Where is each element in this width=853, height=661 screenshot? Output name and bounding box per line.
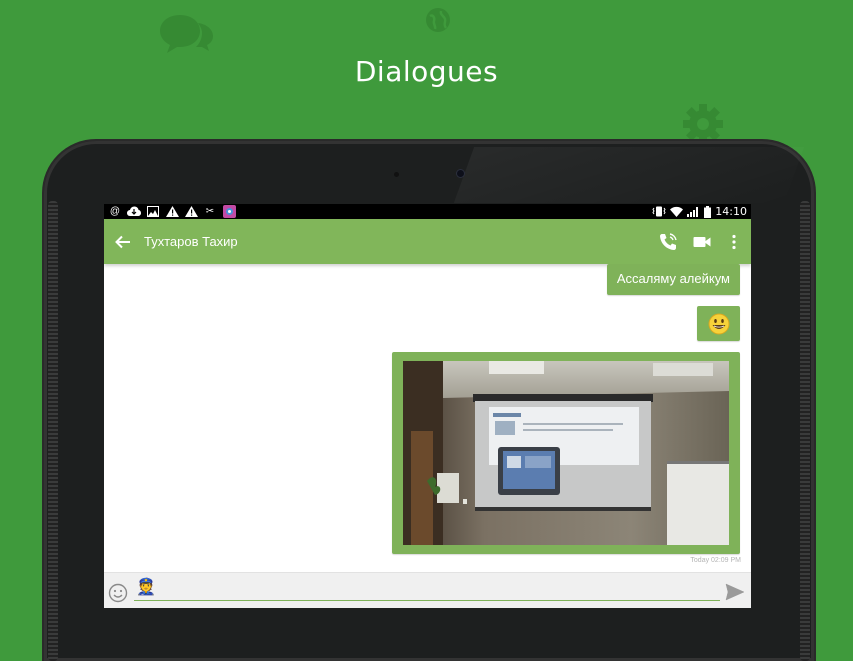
system-icons: 14:10: [652, 204, 747, 219]
image-icon: [146, 205, 160, 218]
photo-content: [403, 361, 729, 545]
proximity-sensor: [394, 172, 399, 177]
app-notification-icon: [222, 205, 236, 218]
contact-name[interactable]: Тухтаров Тахир: [144, 234, 238, 249]
globe-icon: [426, 8, 450, 32]
warning-icon: [165, 205, 179, 218]
status-clock: 14:10: [715, 205, 747, 218]
cloud-download-icon: [127, 205, 141, 218]
message-bubble-text[interactable]: Ассаляму алейкум: [606, 264, 740, 295]
signal-icon: [687, 207, 699, 217]
gear-icon: [683, 104, 723, 144]
status-bar: @ ✂ 14:10: [104, 204, 751, 219]
battery-icon: [704, 205, 712, 218]
chat-bubbles-icon: [160, 15, 213, 53]
tablet-gloss: [453, 147, 805, 203]
message-composer: 👮: [104, 572, 751, 608]
front-camera: [457, 170, 464, 177]
message-timestamp: Today 02:09 PM: [690, 557, 741, 564]
at-sign-icon: @: [109, 206, 121, 217]
projector-presentation-photo[interactable]: [403, 361, 729, 545]
chat-app-bar: Тухтаров Тахир: [104, 219, 751, 264]
message-bubble-emoji[interactable]: [697, 306, 740, 341]
right-speaker-grille: [800, 201, 810, 661]
message-bubble-image[interactable]: [392, 352, 740, 554]
send-icon[interactable]: [725, 583, 745, 601]
scissors-icon: ✂: [205, 206, 215, 217]
more-vert-icon[interactable]: [724, 232, 744, 252]
wifi-icon: [670, 206, 684, 217]
phone-call-icon[interactable]: [658, 232, 678, 252]
message-text: Ассаляму алейкум: [616, 271, 730, 286]
left-speaker-grille: [48, 201, 58, 661]
back-arrow-icon[interactable]: [114, 233, 132, 251]
emoji-picker-icon[interactable]: [108, 583, 128, 603]
vibrate-icon: [652, 206, 666, 217]
notification-icons: @ ✂: [108, 205, 236, 218]
page-headline: Dialogues: [354, 55, 499, 88]
warning-icon: [184, 205, 198, 218]
police-emoji-icon: 👮: [136, 579, 156, 596]
video-call-icon[interactable]: [692, 232, 712, 252]
message-input[interactable]: [134, 581, 720, 601]
tablet-screen: @ ✂ 14:10 Тухтаров Тахир Ассаляму алейку…: [104, 204, 751, 608]
smiley-emoji-icon: [708, 313, 730, 335]
